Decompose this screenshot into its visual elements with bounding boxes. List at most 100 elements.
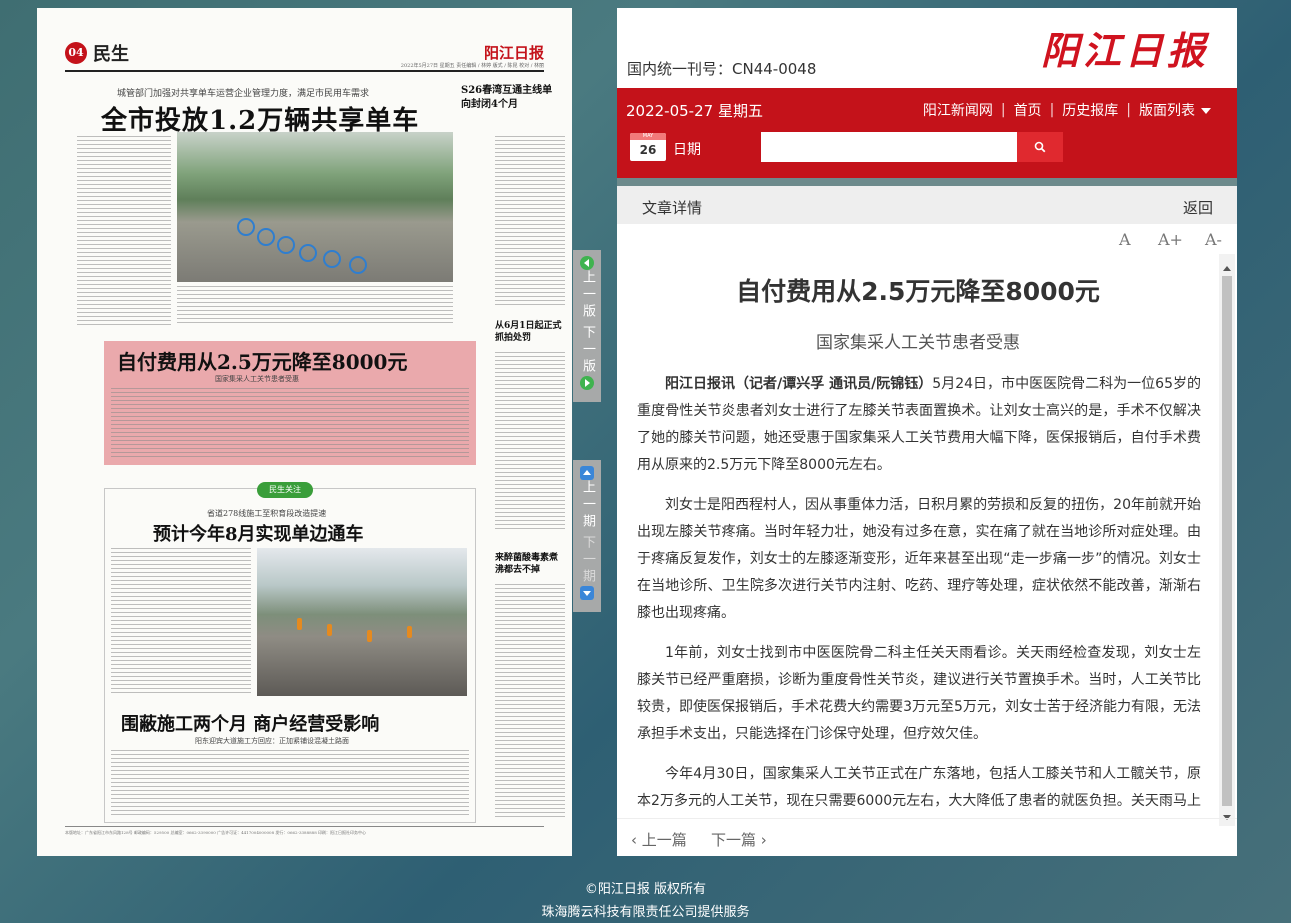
story3-headline[interactable]: 预计今年8月实现单边通车 <box>153 520 364 546</box>
article-toolbar: 文章详情 返回 <box>617 186 1237 224</box>
bike-photo[interactable] <box>177 132 453 282</box>
current-date: 2022-05-27 星期五 <box>626 102 763 120</box>
site-header: 国内统一刊号：CN44-0048 阳江日报 <box>617 8 1237 88</box>
date-picker-label[interactable]: 日期 <box>673 139 701 159</box>
article-byline: 阳江日报讯（记者/谭兴孚 通讯员/阮锦钰） <box>665 376 933 392</box>
article-scrollbar[interactable] <box>1219 254 1235 826</box>
story4-subhead[interactable]: 阳东迎宾大道施工方回应：正加紧铺设混凝土路面 <box>195 736 349 746</box>
story3-kicker[interactable]: 省道278线施工至积育段改造提速 <box>207 508 326 519</box>
next-page-label: 下一版 <box>580 325 595 376</box>
prev-article-label: 上一篇 <box>641 831 687 849</box>
arrow-left-icon <box>580 256 594 270</box>
prev-article-link[interactable]: ‹ 上一篇 <box>631 829 687 850</box>
nav-separator: | <box>1000 102 1006 118</box>
bike-wheel <box>277 236 295 254</box>
arrow-right-icon <box>580 376 594 390</box>
nav-separator: | <box>1126 102 1131 118</box>
page-list-label: 版面列表 <box>1139 103 1195 119</box>
story1-text-bottom[interactable] <box>177 286 453 326</box>
next-article-label: 下一篇 <box>711 831 757 849</box>
font-normal-button[interactable]: A <box>1119 230 1131 249</box>
newspaper-page[interactable]: 04 民生 阳江日报 2022年5月27日 星期五 责任编辑 / 林婷 版式 /… <box>37 8 572 856</box>
article-subtitle: 国家集采人工关节患者受惠 <box>816 333 1020 353</box>
worker <box>367 630 372 642</box>
next-article-link[interactable]: 下一篇 › <box>711 829 767 850</box>
article-paragraph: 1年前，刘女士找到市中医医院骨二科主任关天雨看诊。关天雨经检查发现，刘女士左膝关… <box>637 645 1201 742</box>
worker <box>407 626 412 638</box>
nav-separator: | <box>1049 102 1055 118</box>
search-input[interactable] <box>761 132 1017 162</box>
calendar-day: 26 <box>639 143 657 157</box>
article-pager: ‹ 上一篇 下一篇 › <box>617 818 1237 856</box>
brand-logo: 阳江日报 <box>1040 28 1209 73</box>
nav-link-archive[interactable]: 历史报库 <box>1062 100 1118 120</box>
mingsheng-tag: 民生关注 <box>257 482 313 498</box>
bike-wheel <box>237 218 255 236</box>
side-story1-headline[interactable]: S26春湾互通主线单向封闭4个月 <box>461 84 561 112</box>
nav-link-news-site[interactable]: 阳江新闻网 <box>923 100 993 120</box>
story4-text[interactable] <box>111 750 469 818</box>
story2-subhead[interactable]: 国家集采人工关节患者受惠 <box>215 374 299 384</box>
side-story1-text[interactable] <box>495 136 565 306</box>
font-increase-button[interactable]: A+ <box>1158 230 1183 249</box>
side-story3-text[interactable] <box>495 584 565 818</box>
provider-text: 珠海腾云科技有限责任公司提供服务 <box>541 905 750 920</box>
next-page-link[interactable]: 下一版 <box>578 323 596 392</box>
search-button[interactable] <box>1017 132 1063 162</box>
article-body: 阳江日报讯（记者/谭兴孚 通讯员/阮锦钰）5月24日，市中医医院骨二科为一位65… <box>617 371 1219 812</box>
side-story3-headline[interactable]: 来醉菌酸毒素煮沸都去不掉 <box>495 552 565 576</box>
paper-logo: 阳江日报 <box>483 44 544 62</box>
chevron-right-icon: › <box>756 831 767 849</box>
issn-label: 国内统一刊号：CN44-0048 <box>627 60 817 78</box>
story3-text[interactable] <box>111 548 251 696</box>
worker <box>297 618 302 630</box>
chevron-left-icon: ‹ <box>631 831 642 849</box>
caret-down-icon <box>1201 108 1211 114</box>
story2-text[interactable] <box>111 388 469 460</box>
side-story2-text[interactable] <box>495 352 565 532</box>
calendar-icon[interactable]: MAY 26 <box>630 133 666 161</box>
paper-date-line: 2022年5月27日 星期五 责任编辑 / 林婷 版式 / 陈昆 校对 / 林丽 <box>400 63 544 69</box>
issue-nav-strip: 上一期 下一期 <box>573 460 601 612</box>
article-paragraph: 刘女士是阳西程村人，因从事重体力活，日积月累的劳损和反复的扭伤，20年前就开始出… <box>637 497 1201 621</box>
copyright-text: ©阳江日报 版权所有 <box>584 882 707 897</box>
font-decrease-button[interactable]: A- <box>1205 230 1222 249</box>
header-gap <box>617 178 1237 186</box>
story4-headline[interactable]: 围蔽施工两个月 商户经营受影响 <box>121 710 379 736</box>
article-title: 自付费用从2.5万元降至8000元 <box>736 277 1100 306</box>
nav-link-page-list[interactable]: 版面列表 <box>1139 100 1211 120</box>
article-bar-title: 文章详情 <box>642 199 703 217</box>
prev-page-label: 上一版 <box>580 270 595 321</box>
bike-wheel <box>257 228 275 246</box>
side-story2-headline[interactable]: 从6月1日起正式抓拍处罚 <box>495 320 565 344</box>
prev-page-link[interactable]: 上一版 <box>578 254 596 323</box>
next-issue-label: 下一期 <box>580 535 595 586</box>
nav-bar: 2022-05-27 星期五 阳江新闻网 | 首页 | 历史报库 | 版面列表 … <box>617 88 1237 178</box>
story2-headline[interactable]: 自付费用从2.5万元降至8000元 <box>117 346 407 375</box>
arrow-up-icon <box>580 466 594 480</box>
paper-footer: 本版地址：广东省阳江市东风路128号 邮政编码：529500 总编室：0662-… <box>65 826 544 836</box>
bike-wheel <box>323 250 341 268</box>
story1-text-left[interactable] <box>77 136 171 328</box>
nav-link-home[interactable]: 首页 <box>1014 100 1042 120</box>
page-nav-strip: 上一版 下一版 <box>573 250 601 402</box>
scroll-up-icon[interactable] <box>1223 266 1231 271</box>
construction-photo[interactable] <box>257 548 467 696</box>
story1-kicker[interactable]: 城管部门加强对共享单车运营企业管理力度，满足市民用车需求 <box>117 86 369 99</box>
bike-wheel <box>299 244 317 262</box>
article-paragraph: 阳江日报讯（记者/谭兴孚 通讯员/阮锦钰）5月24日，市中医医院骨二科为一位65… <box>637 371 1201 479</box>
page-section: 民生 <box>93 44 129 65</box>
scrollbar-thumb[interactable] <box>1222 276 1232 806</box>
search-icon <box>1034 141 1046 153</box>
bike-wheel <box>349 256 367 274</box>
back-button[interactable]: 返回 <box>1183 197 1213 218</box>
prev-issue-link[interactable]: 上一期 <box>578 464 596 533</box>
paper-masthead: 04 民生 阳江日报 2022年5月27日 星期五 责任编辑 / 林婷 版式 /… <box>65 38 544 72</box>
page-number: 04 <box>65 42 87 64</box>
arrow-down-icon <box>580 586 594 600</box>
article-paragraph: 今年4月30日，国家集采人工关节正式在广东落地，包括人工膝关节和人工髋关节，原本… <box>637 766 1201 809</box>
calendar-month: MAY <box>630 133 666 140</box>
next-issue-link[interactable]: 下一期 <box>578 533 596 602</box>
top-nav: 阳江新闻网 | 首页 | 历史报库 | 版面列表 <box>923 100 1211 120</box>
reader-panel: 国内统一刊号：CN44-0048 阳江日报 2022-05-27 星期五 阳江新… <box>617 8 1237 856</box>
